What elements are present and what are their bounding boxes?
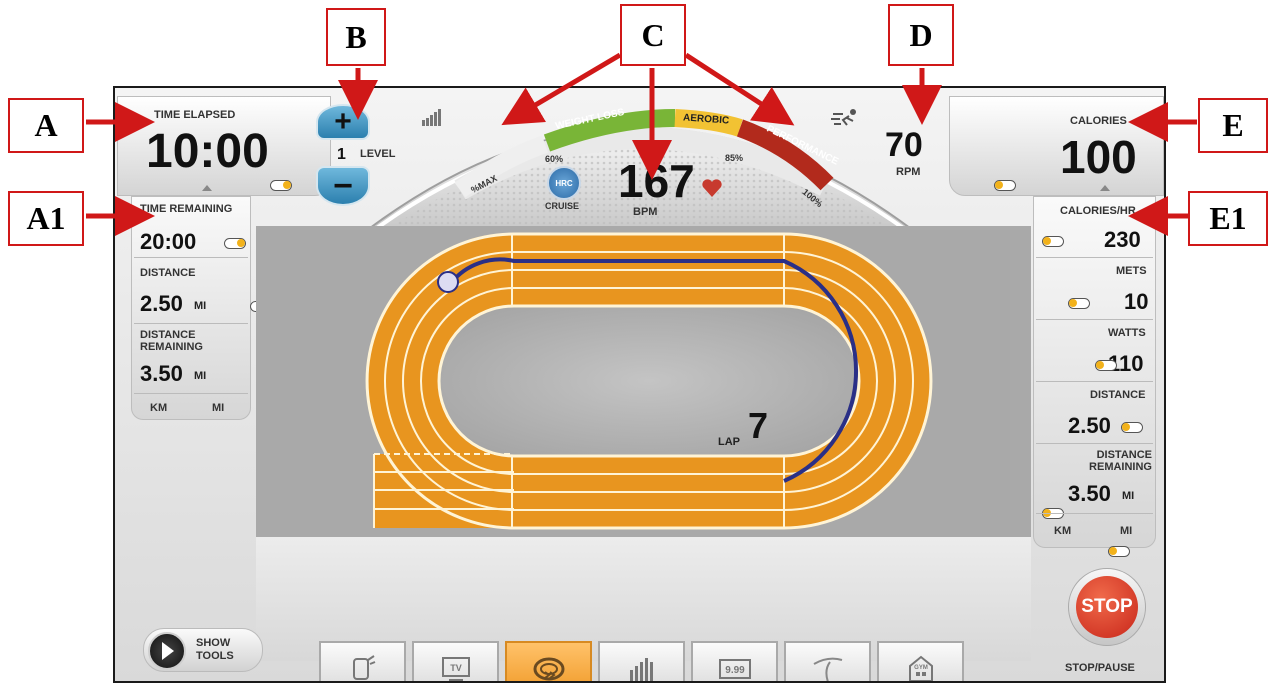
callout-e1: E1 (1188, 191, 1268, 246)
callout-arrows (86, 52, 1197, 236)
callout-d: D (888, 4, 954, 66)
callout-a: A (8, 98, 84, 153)
callout-e: E (1198, 98, 1268, 153)
callout-c: C (620, 4, 686, 66)
callout-b: B (326, 8, 386, 66)
callout-a1: A1 (8, 191, 84, 246)
